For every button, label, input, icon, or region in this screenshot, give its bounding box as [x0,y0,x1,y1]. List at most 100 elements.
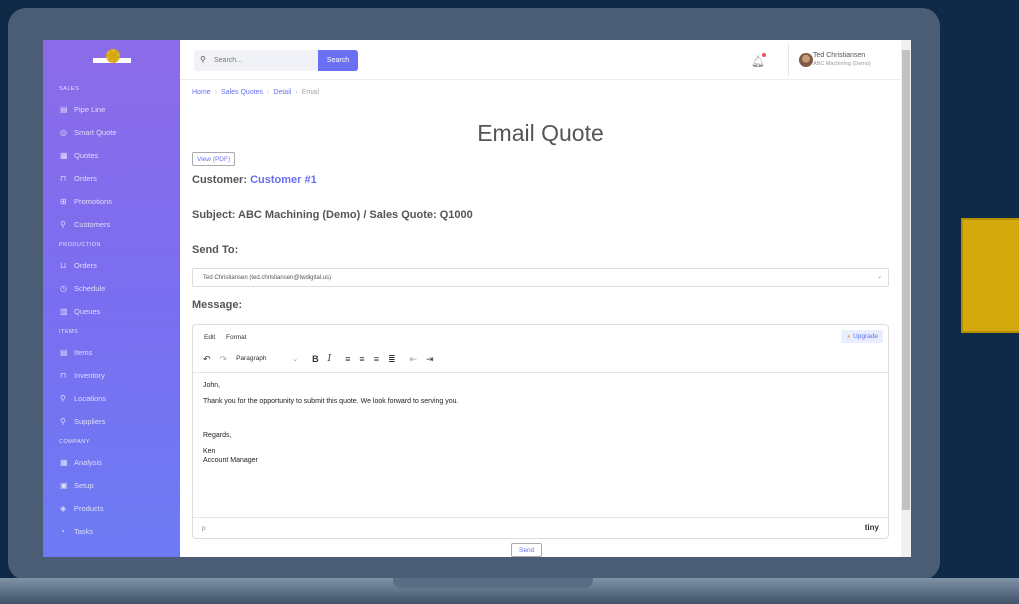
sticky-note [961,218,1019,333]
page-title: Email Quote [477,120,604,146]
scrollbar[interactable] [901,40,911,557]
search-input[interactable] [194,50,318,71]
sidebar-item-customers[interactable]: ⚲ Customers [43,213,180,236]
send-to-select[interactable]: Ted Christiansen (ted.christiansen@twdig… [192,268,889,287]
customer-line: Customer: Customer #1 [192,174,317,186]
message-label: Message: [192,299,243,311]
editor-line: Account Manager [203,457,258,464]
divider [788,44,789,76]
redo-icon[interactable]: ↷ [220,354,228,365]
sidebar: SALES ▤ Pipe Line ◎ Smart Quote ▦ Quotes ⊓ Order… [43,40,180,557]
breadcrumb-sales-quotes[interactable]: Sales Quotes [221,89,263,96]
sidebar-section-label: COMPANY [59,439,90,445]
sidebar-item-label: Customers [74,220,111,229]
sidebar-item-setup[interactable]: ▣ Setup [43,474,180,497]
menu-format[interactable]: Format [226,334,247,341]
user-name[interactable]: Ted Christiansen [813,52,865,59]
avatar[interactable] [799,53,813,67]
customers-icon: ⚲ [60,220,66,229]
sidebar-item-suppliers[interactable]: ⚲ Suppliers [43,410,180,433]
schedule-icon: ◷ [60,284,67,293]
sidebar-item-schedule[interactable]: ◷ Schedule [43,277,180,300]
queues-icon: ▥ [60,307,68,316]
sidebar-item-label: Orders [74,174,97,183]
editor-line: John, [203,382,221,389]
chevron-down-icon: ⌄ [292,356,299,363]
send-to-value: Ted Christiansen (ted.christiansen@twdig… [203,274,332,281]
divider [193,372,888,373]
undo-icon[interactable]: ↶ [203,354,211,365]
breadcrumb-detail[interactable]: Detail [273,89,291,96]
lightning-icon: ⚡︎ [846,333,852,341]
sidebar-item-products[interactable]: ◈ Products [43,497,180,520]
sidebar-item-label: Analysis [74,458,102,467]
customer-link[interactable]: Customer #1 [250,174,317,186]
chevron-right-icon: › [267,89,270,96]
breadcrumb: Home › Sales Quotes › Detail › Email [192,89,319,96]
block-format-select[interactable]: Paragraph ⌄ [236,355,298,363]
chevron-right-icon: › [295,89,298,96]
sidebar-item-smart-quote[interactable]: ◎ Smart Quote [43,121,180,144]
sidebar-section-label: SALES [59,86,80,92]
sidebar-item-queues[interactable]: ▥ Queues [43,300,180,323]
tasks-icon: ◔ [60,527,65,536]
editor-line: Thank you for the opportunity to submit … [203,398,459,405]
rich-text-editor: Edit Format ⚡︎ Upgrade ↶ ↷ Paragraph ⌄ B… [192,324,889,539]
sidebar-item-label: Pipe Line [74,105,106,114]
editor-menubar: Edit Format [204,334,256,341]
editor-line: Regards, [203,432,232,439]
sidebar-item-analysis[interactable]: ▦ Analysis [43,451,180,474]
align-right-icon[interactable]: ≡ [374,354,379,364]
bold-icon[interactable]: B [312,354,319,364]
sidebar-item-tasks[interactable]: ◔ Tasks [43,520,180,543]
breadcrumb-home[interactable]: Home [192,89,211,96]
orders-icon: ⊓ [60,174,67,183]
suppliers-icon: ⚲ [60,417,66,426]
sidebar-item-label: Quotes [74,151,99,160]
align-justify-icon[interactable]: ≣ [388,354,396,365]
sidebar-item-pipe-line[interactable]: ▤ Pipe Line [43,98,180,121]
italic-icon[interactable]: I [328,354,332,364]
sidebar-item-label: Products [74,504,104,513]
menu-edit[interactable]: Edit [204,334,215,341]
sidebar-item-promotions[interactable]: ⊞ Promotions [43,190,180,213]
indent-icon[interactable]: ⇥ [426,354,434,365]
sidebar-item-items[interactable]: ▤ Items [43,341,180,364]
items-icon: ▤ [60,348,68,357]
notification-dot [762,53,766,57]
tiny-logo[interactable]: tiny [865,523,879,532]
send-button[interactable]: Send [511,543,543,557]
search-button[interactable]: Search [318,50,358,71]
inventory-icon: ⊓ [60,371,67,380]
promotions-icon: ⊞ [60,197,67,206]
outdent-icon[interactable]: ⇤ [410,354,418,365]
sidebar-item-orders[interactable]: ⊔ Orders [43,254,180,277]
element-path[interactable]: p [202,525,206,532]
sidebar-item-label: Tasks [74,527,94,536]
scrollbar-thumb[interactable] [902,50,910,510]
align-left-icon[interactable]: ≡ [345,354,350,364]
sidebar-item-label: Items [74,348,93,357]
sidebar-item-inventory[interactable]: ⊓ Inventory [43,364,180,387]
search-bar: ⚲ Search [194,50,358,71]
editor-line: Ken [203,448,216,455]
align-center-icon[interactable]: ≡ [359,354,364,364]
upgrade-button[interactable]: ⚡︎ Upgrade [841,330,883,343]
editor-content[interactable]: John, Thank you for the opportunity to s… [203,381,459,465]
editor-toolbar: ↶ ↷ Paragraph ⌄ B I ≡ ≡ ≡ ≣ ⇤ ⇥ [203,351,443,367]
analysis-icon: ▦ [60,458,68,467]
view-pdf-button[interactable]: View (PDF) [192,152,236,166]
block-format-value: Paragraph [236,355,267,362]
sidebar-item-quotes[interactable]: ▦ Quotes [43,144,180,167]
products-icon: ◈ [60,504,67,513]
sidebar-item-orders[interactable]: ⊓ Orders [43,167,180,190]
locations-icon: ⚲ [60,394,66,403]
sidebar-item-locations[interactable]: ⚲ Locations [43,387,180,410]
main-content: Home › Sales Quotes › Detail › Email Email Quo… [180,80,901,557]
company-logo[interactable] [43,40,180,80]
smart-quote-icon: ◎ [60,128,67,137]
chevron-right-icon: › [214,89,218,96]
sidebar-section-label: ITEMS [59,329,79,335]
